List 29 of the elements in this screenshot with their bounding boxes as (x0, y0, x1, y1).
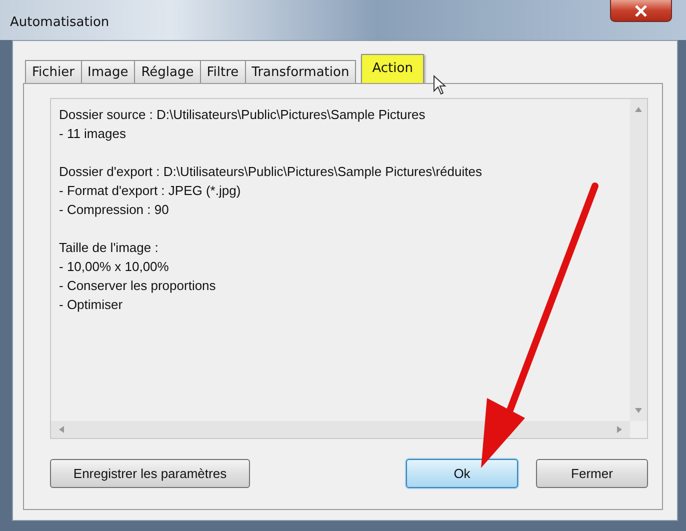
scroll-down-icon (635, 408, 642, 413)
vertical-scrollbar[interactable] (630, 99, 647, 421)
scroll-up-icon (635, 107, 642, 112)
tab[interactable]: Filtre (200, 60, 246, 83)
summary-line: Taille de l'image : (59, 239, 160, 257)
tab[interactable]: Transformation (244, 60, 356, 83)
scroll-right-icon (617, 426, 622, 433)
tab[interactable]: Action (361, 54, 424, 83)
summary-line: Dossier d'export : D:\Utilisateurs\Public\Pictures\Sample Pictures\réduites (59, 163, 483, 181)
summary-line: - Conserver les proportions (59, 277, 217, 295)
dialog-button[interactable]: Enregistrer les paramètres (50, 459, 250, 488)
summary-text-area[interactable] (50, 98, 648, 439)
close-button[interactable] (610, 0, 672, 22)
tab[interactable]: Image (80, 60, 136, 83)
summary-line: - Optimiser (59, 296, 124, 314)
summary-line: Dossier source : D:\Utilisateurs\Public\Pictures\Sample Pictures (59, 106, 426, 124)
summary-line: - Format d'export : JPEG (*.jpg) (59, 182, 242, 200)
summary-line: - Compression : 90 (59, 201, 170, 219)
mouse-cursor-icon (433, 75, 447, 95)
horizontal-scrollbar[interactable] (51, 421, 630, 438)
tab[interactable]: Fichier (25, 60, 82, 83)
summary-line: - 11 images (59, 125, 127, 143)
scroll-left-icon (59, 426, 64, 433)
summary-line: - 10,00% x 10,00% (59, 258, 170, 276)
tab[interactable]: Réglage (134, 60, 201, 83)
window-title: Automatisation (10, 14, 110, 30)
dialog-button[interactable]: Fermer (536, 459, 648, 488)
ok-button[interactable]: Ok (406, 459, 518, 488)
close-icon (634, 4, 648, 16)
